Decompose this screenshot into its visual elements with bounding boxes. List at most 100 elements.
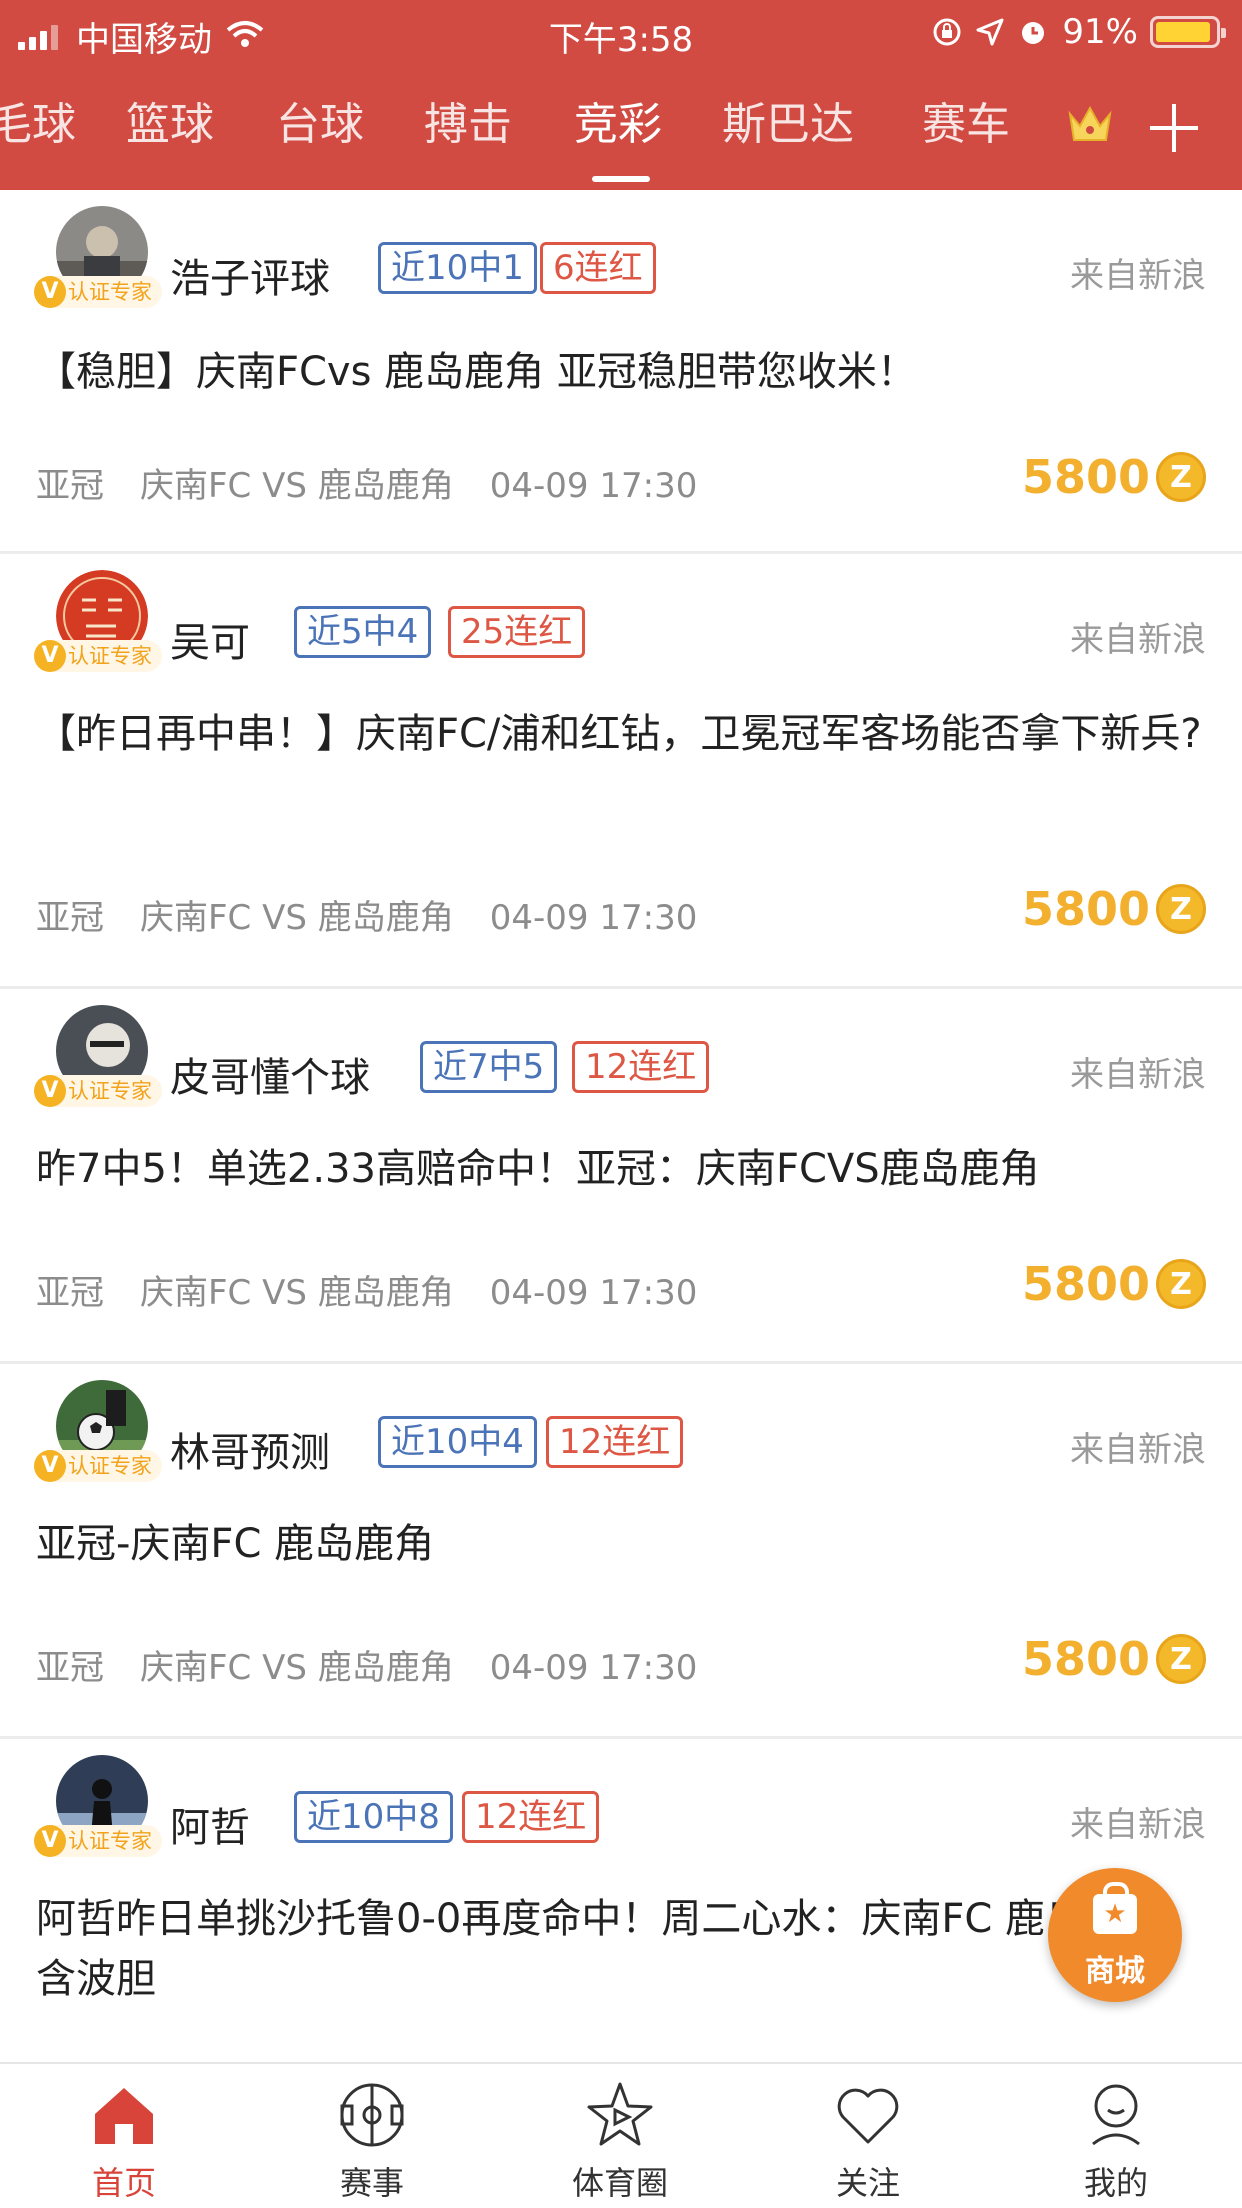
alarm-icon [1018,17,1048,47]
verified-icon: V [34,1825,66,1857]
match-meta: 亚冠 庆南FC VS 鹿岛鹿角 04-09 17:30 [36,1640,733,1689]
verified-icon: V [34,1075,66,1107]
nav-follow[interactable]: 关注 [768,2064,968,2208]
sports-circle-icon [585,2080,655,2150]
source-label: 来自新浪 [1070,620,1206,660]
add-tab-icon[interactable] [1150,104,1198,152]
tab-shuttlecock[interactable]: 毛球 [0,88,76,152]
top-header: 中国移动 下午3:58 91% 毛球 篮球 台球 搏击 竞彩 斯巴达 赛车 [0,0,1242,190]
certified-expert-badge: V 认证专家 [34,640,162,672]
nav-label: 体育圈 [571,2164,668,2202]
match-time: 04-09 17:30 [489,898,698,938]
record-tag: 近10中8 [294,1791,453,1843]
tab-billiards[interactable]: 台球 [276,88,364,152]
author-name[interactable]: 林哥预测 [170,1420,330,1478]
shopping-bag-icon: ★ [1093,1882,1137,1934]
tab-lottery[interactable]: 竞彩 [574,88,662,152]
match-meta: 亚冠 庆南FC VS 鹿岛鹿角 04-09 17:30 [36,458,733,507]
nav-home[interactable]: 首页 [24,2064,224,2208]
source-label: 来自新浪 [1070,256,1206,296]
heart-icon [833,2080,903,2150]
certified-expert-badge: V 认证专家 [34,1450,162,1482]
streak-tag: 25连红 [448,606,586,658]
price: 5800 Z [1022,882,1206,936]
nav-label: 首页 [91,2164,156,2202]
match-meta: 亚冠 庆南FC VS 鹿岛鹿角 04-09 17:30 [36,890,733,939]
bottom-nav: 首页 赛事 体育圈 关注 我的 [0,2062,1242,2208]
match-time: 04-09 17:30 [489,466,698,506]
league-label: 亚冠 [36,1648,104,1688]
tab-racing[interactable]: 赛车 [922,88,1010,152]
match-time: 04-09 17:30 [489,1648,698,1688]
author-name[interactable]: 浩子评球 [170,246,330,304]
battery-percent: 91% [1062,12,1138,52]
author-name[interactable]: 皮哥懂个球 [170,1045,370,1103]
badge-label: 认证专家 [68,644,152,668]
verified-icon: V [34,1450,66,1482]
record-tag: 近10中4 [378,1416,537,1468]
source-label: 来自新浪 [1070,1055,1206,1095]
badge-label: 认证专家 [68,1454,152,1478]
author-name[interactable]: 吴可 [170,610,250,668]
record-tag: 近5中4 [294,606,432,658]
record-tag: 近10中1 [378,242,537,294]
post-card[interactable]: V 认证专家 浩子评球 近10中1 6连红 来自新浪 【稳胆】庆南FCvs 鹿岛鹿… [0,190,1242,554]
league-label: 亚冠 [36,1273,104,1313]
match-label: 庆南FC VS 鹿岛鹿角 [140,466,454,506]
coin-icon: Z [1156,1259,1206,1309]
author-name[interactable]: 阿哲 [170,1795,250,1853]
location-icon [976,18,1004,46]
streak-tag: 12连红 [572,1041,710,1093]
nav-profile[interactable]: 我的 [1016,2064,1216,2208]
coin-icon: Z [1156,452,1206,502]
price: 5800 Z [1022,450,1206,504]
price-value: 5800 [1021,450,1150,504]
coin-icon: Z [1156,884,1206,934]
post-title[interactable]: 昨7中5！单选2.33高赔命中！亚冠：庆南FCVS鹿岛鹿角 [36,1139,1216,1199]
badge-label: 认证专家 [68,1829,152,1853]
match-label: 庆南FC VS 鹿岛鹿角 [140,1648,454,1688]
league-label: 亚冠 [36,898,104,938]
price-value: 5800 [1021,882,1150,936]
certified-expert-badge: V 认证专家 [34,1075,162,1107]
source-label: 来自新浪 [1070,1430,1206,1470]
post-title[interactable]: 亚冠-庆南FC 鹿岛鹿角 [36,1514,1216,1574]
record-tag: 近7中5 [420,1041,558,1093]
nav-matches[interactable]: 赛事 [272,2064,472,2208]
active-tab-indicator [592,176,650,182]
post-title[interactable]: 【稳胆】庆南FCvs 鹿岛鹿角 亚冠稳胆带您收米！ [36,342,1216,402]
verified-icon: V [34,276,66,308]
post-title[interactable]: 【昨日再中串！】庆南FC/浦和红钻，卫冕冠军客场能否拿下新兵? [36,704,1216,764]
streak-tag: 6连红 [540,242,656,294]
mall-button[interactable]: ★ 商城 [1048,1868,1182,2002]
match-label: 庆南FC VS 鹿岛鹿角 [140,1273,454,1313]
certified-expert-badge: V 认证专家 [34,276,162,308]
tab-combat[interactable]: 搏击 [424,88,512,152]
profile-icon [1081,2080,1151,2150]
category-tabs: 毛球 篮球 台球 搏击 竞彩 斯巴达 赛车 [0,88,1242,158]
post-feed: V 认证专家 浩子评球 近10中1 6连红 来自新浪 【稳胆】庆南FCvs 鹿岛鹿… [0,190,1242,2069]
nav-label: 赛事 [339,2164,404,2202]
crown-icon[interactable] [1066,100,1114,152]
tab-sparta[interactable]: 斯巴达 [722,88,854,152]
nav-sports-circle[interactable]: 体育圈 [520,2064,720,2208]
post-card[interactable]: V 认证专家 吴可 近5中4 25连红 来自新浪 【昨日再中串！】庆南FC/浦和红… [0,554,1242,989]
price: 5800 Z [1022,1257,1206,1311]
post-card[interactable]: V 认证专家 皮哥懂个球 近7中5 12连红 来自新浪 昨7中5！单选2.33高赔… [0,989,1242,1364]
streak-tag: 12连红 [546,1416,684,1468]
match-meta: 亚冠 庆南FC VS 鹿岛鹿角 04-09 17:30 [36,1265,733,1314]
badge-label: 认证专家 [68,1079,152,1103]
post-title[interactable]: 阿哲昨日单挑沙托鲁0-0再度命中！周二心水：庆南FC 鹿岛鹿角，含波胆 [36,1889,1216,2009]
post-card[interactable]: V 认证专家 林哥预测 近10中4 12连红 来自新浪 亚冠-庆南FC 鹿岛鹿角 … [0,1364,1242,1739]
tab-basketball[interactable]: 篮球 [126,88,214,152]
league-label: 亚冠 [36,466,104,506]
price-value: 5800 [1021,1257,1150,1311]
pitch-icon [337,2080,407,2150]
nav-label: 关注 [835,2164,900,2202]
price: 5800 Z [1022,1632,1206,1686]
home-icon [89,2080,159,2150]
price-value: 5800 [1021,1632,1150,1686]
match-label: 庆南FC VS 鹿岛鹿角 [140,898,454,938]
mall-label: 商城 [1085,1954,1145,1989]
verified-icon: V [34,640,66,672]
